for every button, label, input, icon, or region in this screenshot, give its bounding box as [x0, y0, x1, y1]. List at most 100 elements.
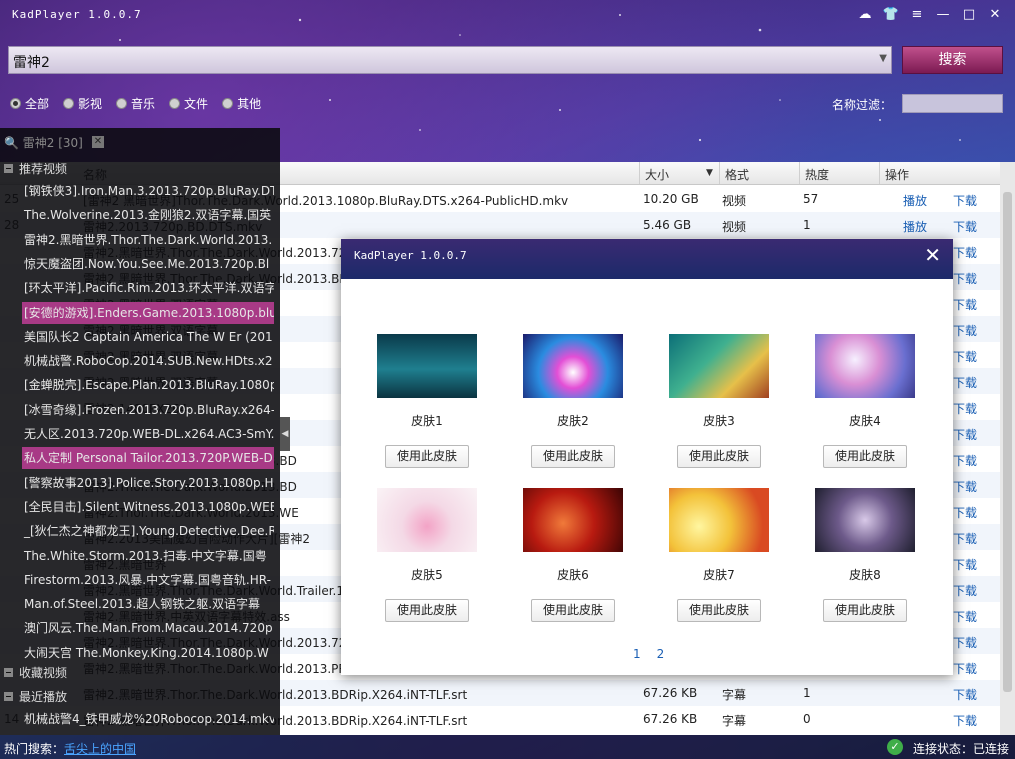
skin-thumbnail[interactable] [523, 334, 623, 398]
use-skin-button[interactable]: 使用此皮肤 [677, 445, 761, 468]
download-link[interactable]: 下载 [953, 270, 977, 287]
hot-search-link[interactable]: 舌尖上的中国 [64, 740, 136, 757]
sidebar-panel: 🔍 雷神2 [30] ✕ 推荐视频 [钢铁侠3].Iron.Man.3.2013… [0, 128, 280, 735]
sidebar-item[interactable]: [金蝉脱壳].Escape.Plan.2013.BluRay.1080p [22, 374, 274, 396]
search-button[interactable]: 搜索 [902, 46, 1003, 74]
download-link[interactable]: 下载 [953, 686, 977, 703]
close-icon[interactable]: ✕ [985, 5, 1005, 25]
column-heat[interactable]: 热度 [805, 166, 829, 183]
sidebar-item[interactable]: [全民目击].Silent Witness.2013.1080p.WEB [22, 496, 274, 518]
sidebar-item[interactable]: [安德的游戏].Enders.Game.2013.1080p.blu [22, 301, 274, 324]
play-link[interactable]: 播放 [903, 192, 927, 209]
download-link[interactable]: 下载 [953, 660, 977, 677]
sidebar-search-tag[interactable]: 🔍 雷神2 [30] [4, 134, 83, 151]
use-skin-button[interactable]: 使用此皮肤 [531, 445, 615, 468]
column-size[interactable]: 大小 [645, 166, 669, 183]
radio-icon [169, 98, 181, 109]
filter-video[interactable]: 影视 [63, 95, 102, 112]
play-link[interactable]: 播放 [903, 218, 927, 235]
search-input[interactable]: 雷神2 ▼ [8, 46, 892, 74]
sidebar-item[interactable]: 无人区.2013.720p.WEB-DL.x264.AC3-SmY. [22, 423, 274, 445]
download-link[interactable]: 下载 [953, 322, 977, 339]
download-link[interactable]: 下载 [953, 400, 977, 417]
use-skin-button[interactable]: 使用此皮肤 [385, 599, 469, 622]
use-skin-button[interactable]: 使用此皮肤 [823, 599, 907, 622]
sidebar-item[interactable]: 机械战警.RoboCop.2014.SUB.New.HDts.x2 [22, 350, 274, 372]
cloud-icon[interactable]: ☁ [855, 5, 875, 25]
group-favorites[interactable]: 收藏视频 [4, 664, 67, 681]
skin-thumbnail[interactable] [377, 334, 477, 398]
download-link[interactable]: 下载 [953, 244, 977, 261]
skin-thumbnail[interactable] [377, 488, 477, 552]
skin-thumbnail[interactable] [523, 488, 623, 552]
sidebar-item[interactable]: 美国队长2 Captain America The W Er (201 [22, 326, 274, 348]
filter-other[interactable]: 其他 [222, 95, 261, 112]
sidebar-item[interactable]: [冰雪奇缘].Frozen.2013.720p.BluRay.x264- [22, 399, 274, 421]
use-skin-button[interactable]: 使用此皮肤 [823, 445, 907, 468]
download-link[interactable]: 下载 [953, 582, 977, 599]
scroll-thumb[interactable] [1003, 192, 1012, 692]
download-link[interactable]: 下载 [953, 556, 977, 573]
filter-all[interactable]: 全部 [10, 95, 49, 112]
download-link[interactable]: 下载 [953, 192, 977, 209]
chevron-down-icon[interactable]: ▼ [879, 53, 887, 64]
skin-thumbnail[interactable] [669, 488, 769, 552]
sidebar-item[interactable]: 大闹天宫 The.Monkey.King.2014.1080p.W [22, 642, 274, 664]
sidebar-item[interactable]: [警察故事2013].Police.Story.2013.1080p.H [22, 472, 274, 494]
column-format[interactable]: 格式 [725, 166, 749, 183]
sidebar-item[interactable]: 雷神2.黑暗世界.Thor.The.Dark.World.2013. [22, 229, 274, 251]
collapse-panel-icon[interactable]: ◀ [280, 417, 290, 451]
sidebar-item[interactable]: The.White.Storm.2013.扫毒.中文字幕.国粤 [22, 545, 274, 567]
download-link[interactable]: 下载 [953, 608, 977, 625]
group-recent[interactable]: 最近播放 [4, 688, 67, 705]
sidebar-item[interactable]: [环太平洋].Pacific.Rim.2013.环太平洋.双语字 [22, 277, 274, 299]
sidebar-item[interactable]: Man.of.Steel.2013.超人钢铁之躯.双语字幕 [22, 593, 274, 615]
scrollbar[interactable] [1000, 162, 1015, 735]
download-link[interactable]: 下载 [953, 374, 977, 391]
maximize-icon[interactable]: □ [959, 5, 979, 25]
page-link[interactable]: 2 [657, 647, 665, 661]
filter-file[interactable]: 文件 [169, 95, 208, 112]
clear-search-icon[interactable]: ✕ [92, 136, 104, 148]
sidebar-item[interactable]: [钢铁侠3].Iron.Man.3.2013.720p.BluRay.DTS [22, 180, 274, 202]
skin-thumbnail[interactable] [815, 488, 915, 552]
download-link[interactable]: 下载 [953, 530, 977, 547]
download-link[interactable]: 下载 [953, 478, 977, 495]
collapse-icon [4, 164, 13, 173]
download-link[interactable]: 下载 [953, 218, 977, 235]
sort-down-icon[interactable]: ▼ [706, 168, 713, 178]
menu-icon[interactable]: ≡ [907, 5, 927, 25]
group-recommended[interactable]: 推荐视频 [4, 160, 67, 177]
use-skin-button[interactable]: 使用此皮肤 [385, 445, 469, 468]
hot-search-label: 热门搜索： [4, 742, 65, 756]
sidebar-item[interactable]: The.Wolverine.2013.金刚狼2.双语字幕.国英 [22, 204, 274, 226]
use-skin-button[interactable]: 使用此皮肤 [531, 599, 615, 622]
file-size: 67.26 KB [643, 686, 698, 700]
page-link[interactable]: 1 [633, 647, 641, 661]
skin-thumbnail[interactable] [815, 334, 915, 398]
sidebar-item[interactable]: 私人定制 Personal Tailor.2013.720P.WEB-D [22, 447, 274, 470]
check-icon: ✓ [887, 739, 903, 755]
filter-music[interactable]: 音乐 [116, 95, 155, 112]
close-icon[interactable]: ✕ [924, 243, 941, 267]
sidebar-item[interactable]: Firestorm.2013.风暴.中文字幕.国粤音轨.HR- [22, 569, 274, 591]
skin-icon[interactable]: 👕 [881, 5, 901, 25]
use-skin-button[interactable]: 使用此皮肤 [677, 599, 761, 622]
name-filter-input[interactable] [902, 94, 1003, 113]
download-link[interactable]: 下载 [953, 296, 977, 313]
dialog-title-bar[interactable]: KadPlayer 1.0.0.7 ✕ [341, 239, 953, 279]
download-link[interactable]: 下载 [953, 712, 977, 729]
recent-item[interactable]: 机械战警4_铁甲威龙%20Robocop.2014.mkv [22, 708, 274, 730]
download-link[interactable]: 下载 [953, 426, 977, 443]
skin-thumbnail[interactable] [669, 334, 769, 398]
download-link[interactable]: 下载 [953, 634, 977, 651]
download-link[interactable]: 下载 [953, 348, 977, 365]
download-link[interactable]: 下载 [953, 452, 977, 469]
minimize-icon[interactable]: — [933, 5, 953, 25]
file-heat: 1 [803, 686, 811, 700]
sidebar-item[interactable]: 惊天魔盗团.Now.You.See.Me.2013.720p.Bl [22, 253, 274, 275]
sidebar-item[interactable]: 澳门风云.The.Man.From.Macau.2014.720p [22, 617, 274, 639]
download-link[interactable]: 下载 [953, 504, 977, 521]
skin-label: 皮肤3 [703, 414, 735, 428]
sidebar-item[interactable]: _[狄仁杰之神都龙王].Young.Detective.Dee.R [22, 520, 274, 542]
